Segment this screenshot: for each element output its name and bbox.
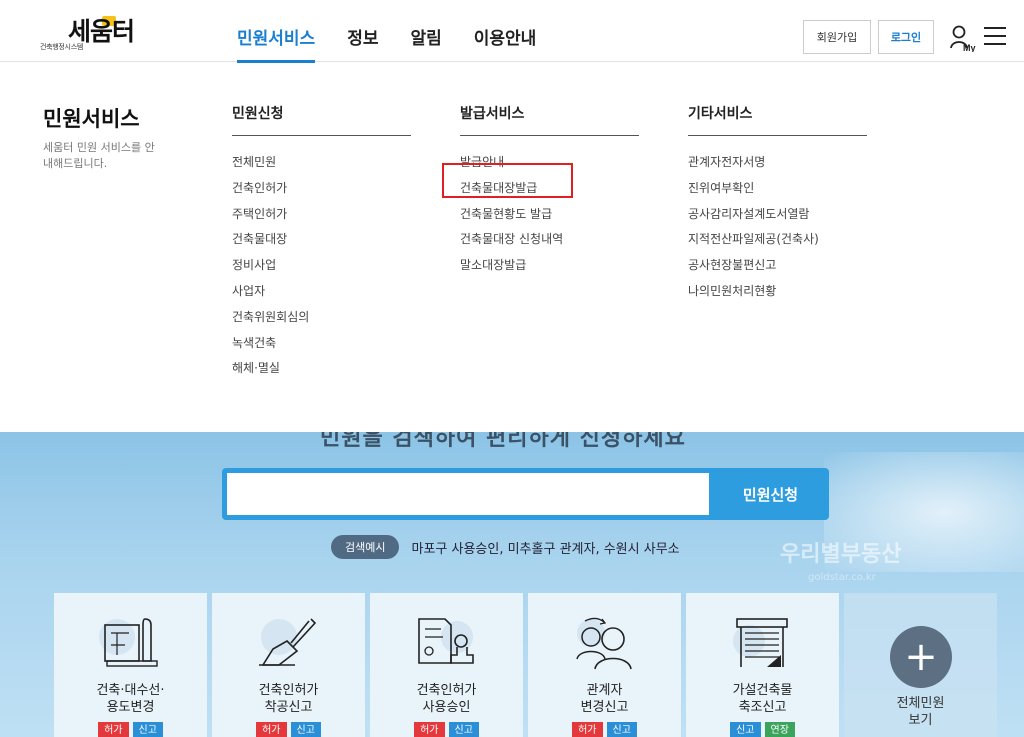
menu-item[interactable]: 말소대장발급 <box>460 255 639 281</box>
card-title: 전체민원 보기 <box>896 696 945 728</box>
mega-menu-panel: 민원서비스 세움터 민원 서비스를 안내해드립니다. 민원신청 전체민원 건축인… <box>0 63 1024 432</box>
menu-column-apply: 민원신청 전체민원 건축인허가 주택인허가 건축물대장 정비사업 사업자 건축위… <box>232 103 411 384</box>
card-tags: 허가 신고 <box>370 722 523 737</box>
hero-heading: 민원을 검색하여 편리하게 신청하세요 <box>320 432 686 451</box>
menu-item[interactable]: 공사현장불편신고 <box>688 255 867 281</box>
card-temporary-building[interactable]: 가설건축물 축조신고 신고 연장 <box>686 593 839 737</box>
menu-item[interactable]: 건축물대장 <box>232 229 411 255</box>
watermark-subtext: goldstar.co.kr <box>808 572 876 583</box>
hamburger-menu-icon[interactable] <box>984 27 1006 45</box>
search-input[interactable] <box>227 473 709 515</box>
login-button[interactable]: 로그인 <box>878 20 934 54</box>
nav-info[interactable]: 정보 <box>347 24 378 49</box>
highlight-box <box>442 163 573 198</box>
menu-item[interactable]: 해체·멸실 <box>232 358 411 384</box>
menu-item[interactable]: 지적전산파일제공(건축사) <box>688 229 867 255</box>
tag-report: 신고 <box>290 722 321 737</box>
people-swap-icon <box>576 617 632 670</box>
civil-apply-search-button[interactable]: 민원신청 <box>712 468 829 520</box>
card-tags: 허가 신고 <box>212 722 365 737</box>
card-title: 건축인허가 사용승인 <box>416 683 477 715</box>
card-use-approval[interactable]: 건축인허가 사용승인 허가 신고 <box>370 593 523 737</box>
menu-item[interactable]: 건축위원회심의 <box>232 307 411 333</box>
card-title: 가설건축물 축조신고 <box>732 683 793 715</box>
card-all-services[interactable]: + 전체민원 보기 <box>844 593 997 737</box>
column-heading: 기타서비스 <box>688 103 867 136</box>
menu-item[interactable]: 건축물현황도 발급 <box>460 204 639 230</box>
menu-item[interactable]: 사업자 <box>232 281 411 307</box>
card-tags: 허가 신고 <box>528 722 681 737</box>
my-label: My <box>963 43 976 52</box>
card-building-change[interactable]: 건축·대수선· 용도변경 허가 신고 <box>54 593 207 737</box>
tag-report: 신고 <box>730 722 761 737</box>
mega-menu-description: 세움터 민원 서비스를 안내해드립니다. <box>43 141 155 170</box>
menu-item[interactable]: 나의민원처리현황 <box>688 281 867 307</box>
plus-icon: + <box>890 626 952 688</box>
menu-item[interactable]: 건축인허가 <box>232 178 411 204</box>
tag-report: 신고 <box>448 722 479 737</box>
join-button[interactable]: 회원가입 <box>803 20 871 54</box>
example-text: 마포구 사용승인, 미추홀구 관계자, 수원시 사무소 <box>411 541 680 557</box>
tag-permit: 허가 <box>256 722 287 737</box>
top-header: 세움터 건축행정시스템 민원서비스 정보 알림 이용안내 회원가입 로그인 My <box>0 0 1024 63</box>
logo-sub-text: 건축행정시스템 <box>40 43 83 51</box>
column-heading: 발급서비스 <box>460 103 639 136</box>
search-example: 검색예시 마포구 사용승인, 미추홀구 관계자, 수원시 사무소 <box>331 535 680 559</box>
column-heading: 민원신청 <box>232 103 411 136</box>
example-badge: 검색예시 <box>331 535 400 559</box>
menu-item[interactable]: 전체민원 <box>232 152 411 178</box>
tag-report: 신고 <box>606 722 637 737</box>
menu-item[interactable]: 공사감리자설계도서열람 <box>688 204 867 230</box>
quick-service-cards: 건축·대수선· 용도변경 허가 신고 건축인허가 착공신고 허가 신고 건축인허… <box>54 593 997 737</box>
nav-notice[interactable]: 알림 <box>410 24 441 49</box>
card-party-change[interactable]: 관계자 변경신고 허가 신고 <box>528 593 681 737</box>
menu-column-other: 기타서비스 관계자전자서명 진위여부확인 공사감리자설계도서열람 지적전산파일제… <box>688 103 867 307</box>
tag-permit: 허가 <box>414 722 445 737</box>
seumteo-logo[interactable]: 세움터 건축행정시스템 <box>40 16 160 54</box>
nav-civil-service[interactable]: 민원서비스 <box>237 24 316 63</box>
menu-item[interactable]: 정비사업 <box>232 255 411 281</box>
menu-item[interactable]: 관계자전자서명 <box>688 152 867 178</box>
tag-permit: 허가 <box>98 722 129 737</box>
stamp-document-icon <box>418 618 474 664</box>
shovel-icon <box>259 618 317 666</box>
shutter-building-icon <box>733 618 788 667</box>
tag-report: 신고 <box>132 722 163 737</box>
blueprint-icon <box>99 618 158 667</box>
card-title: 건축·대수선· 용도변경 <box>96 683 165 715</box>
menu-item[interactable]: 녹색건축 <box>232 333 411 359</box>
menu-item[interactable]: 건축물대장 신청내역 <box>460 229 639 255</box>
card-start-report[interactable]: 건축인허가 착공신고 허가 신고 <box>212 593 365 737</box>
mega-menu-title: 민원서비스 <box>43 107 140 131</box>
main-nav: 민원서비스 정보 알림 이용안내 <box>237 24 537 63</box>
card-title: 관계자 변경신고 <box>580 683 629 715</box>
card-title: 건축인허가 착공신고 <box>258 683 319 715</box>
card-tags: 신고 연장 <box>686 722 839 737</box>
tag-extension: 연장 <box>764 722 795 737</box>
nav-guide[interactable]: 이용안내 <box>474 24 537 49</box>
search-hero-section: 민원을 검색하여 편리하게 신청하세요 민원신청 검색예시 마포구 사용승인, … <box>0 432 1024 737</box>
search-bar: 민원신청 <box>222 468 829 520</box>
my-page-icon[interactable]: My <box>950 24 976 53</box>
tag-permit: 허가 <box>572 722 603 737</box>
menu-item[interactable]: 진위여부확인 <box>688 178 867 204</box>
card-tags: 허가 신고 <box>54 722 207 737</box>
watermark-text: 우리별부동산 <box>780 542 902 567</box>
menu-item[interactable]: 주택인허가 <box>232 204 411 230</box>
